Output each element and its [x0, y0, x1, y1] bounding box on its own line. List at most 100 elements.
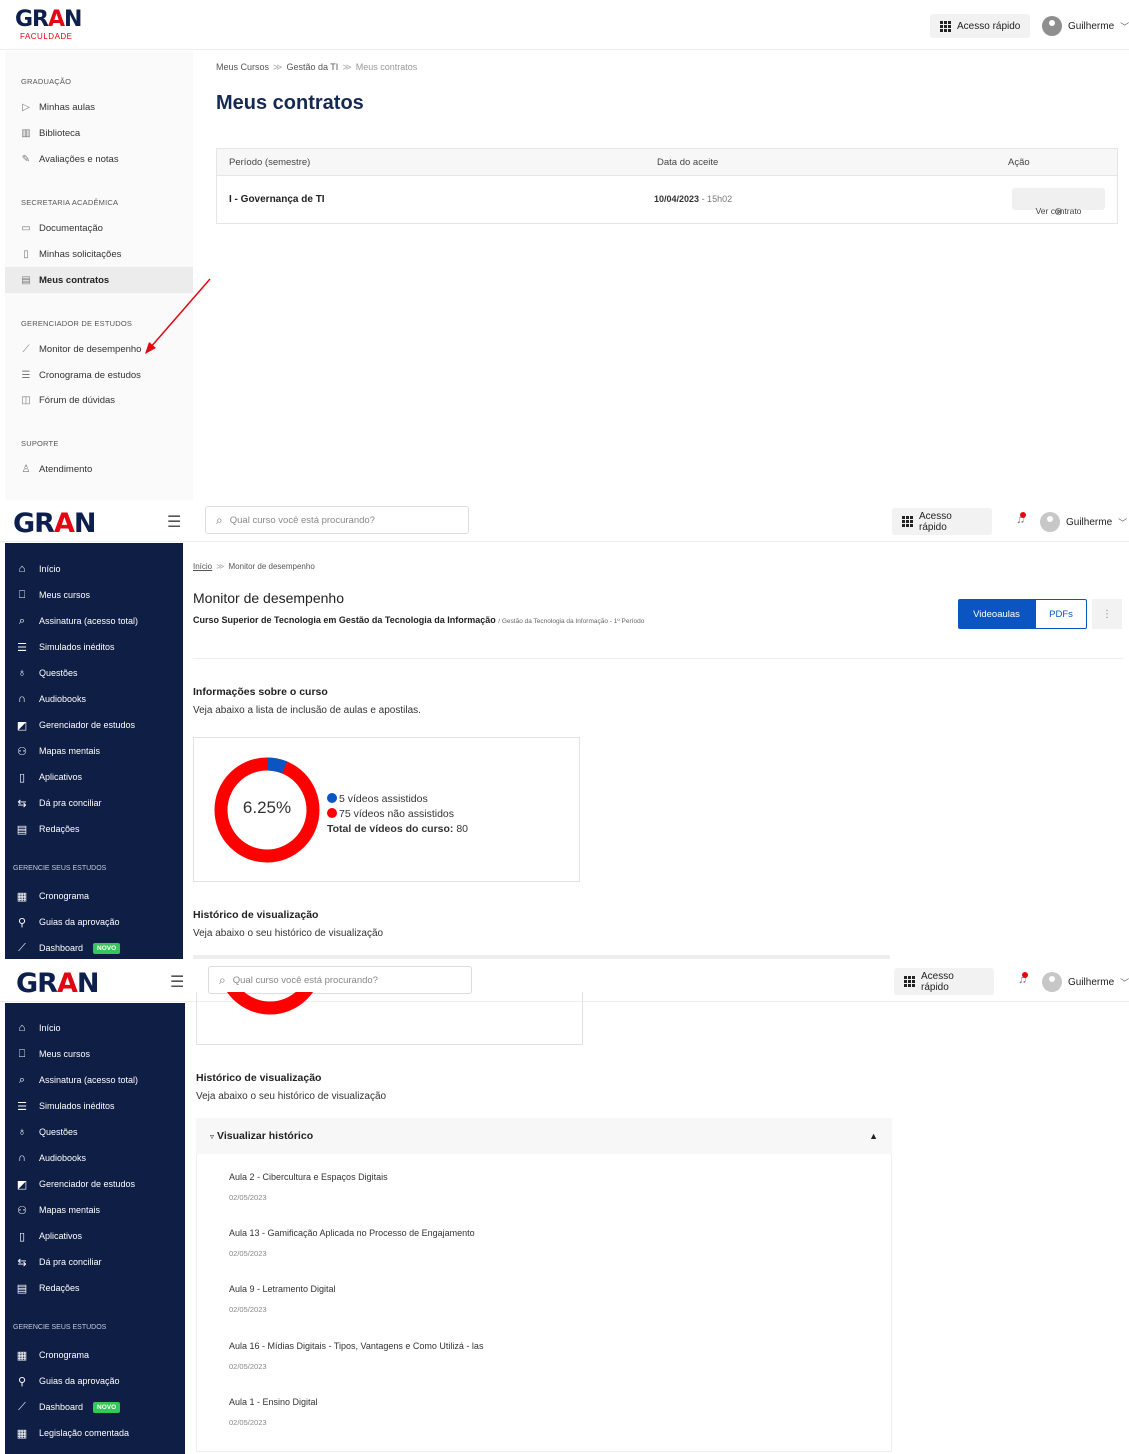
- more-options-icon[interactable]: ⋮: [1092, 599, 1122, 629]
- nav-item-cronograma[interactable]: ▦ Cronograma: [5, 883, 183, 909]
- nav-item-simulados[interactable]: ☰ Simulados inéditos: [5, 1093, 183, 1119]
- nav-item-inicio[interactable]: ⌂ Início: [5, 1015, 183, 1041]
- user-menu[interactable]: Guilherme ﹀: [1042, 16, 1129, 36]
- search-placeholder: Qual curso você está procurando?: [229, 514, 375, 526]
- nav-item-guias[interactable]: ⚲ Guias da aprovação: [5, 909, 183, 935]
- breadcrumb-separator: ≫: [273, 62, 283, 72]
- sidebar-item-atendimento[interactable]: ♙ Atendimento: [5, 456, 193, 482]
- grid-icon: [904, 976, 915, 987]
- nav-item-gerenciador[interactable]: ◩ Gerenciador de estudos: [5, 1171, 183, 1197]
- quick-access-button[interactable]: Acesso rápido: [930, 14, 1031, 38]
- nav-item-assinatura[interactable]: ⌕ Assinatura (acesso total): [5, 608, 183, 634]
- nav-item-aplicativos[interactable]: ▯ Aplicativos: [5, 764, 183, 790]
- watched-label: vídeos assistidos: [347, 793, 428, 805]
- breadcrumb-link[interactable]: Início: [193, 562, 212, 571]
- sidebar-item-solicitacoes[interactable]: ▯ Minhas solicitações: [5, 241, 193, 267]
- user-menu[interactable]: Guilherme ﹀: [1040, 512, 1127, 532]
- tab-pdfs[interactable]: PDFs: [1035, 599, 1087, 629]
- search-icon: ⌕: [18, 1073, 26, 1086]
- sidebar-item-cronograma[interactable]: ☰ Cronograma de estudos: [5, 362, 193, 388]
- document-icon: ▤: [21, 274, 31, 286]
- nav-item-mapas-mentais[interactable]: ⚇ Mapas mentais: [5, 738, 183, 764]
- list-item[interactable]: Aula 1 - Ensino Digital 02/05/2023: [229, 1397, 318, 1427]
- nav-item-meus-cursos[interactable]: ⎕ Meus cursos: [5, 582, 183, 608]
- top-bar: GRAN FACULDADE Acesso rápido Guilherme ﹀: [0, 0, 1129, 50]
- bell-icon[interactable]: ♫: [1016, 512, 1026, 526]
- legend-watched: 5 vídeos assistidos: [327, 792, 468, 807]
- new-badge: NOVO: [93, 942, 121, 954]
- sidebar-item-biblioteca[interactable]: ▥ Biblioteca: [5, 120, 193, 146]
- nav-item-mapas-mentais[interactable]: ⚇ Mapas mentais: [5, 1197, 183, 1223]
- notification-dot: [1020, 512, 1026, 518]
- nav-label: Meus cursos: [39, 590, 91, 600]
- history-description: Veja abaixo o seu histórico de visualiza…: [196, 1091, 387, 1102]
- nav-label: Aplicativos: [39, 772, 83, 782]
- chart-line-icon: ⟋: [18, 1400, 26, 1413]
- breadcrumb-separator: ≫: [216, 562, 225, 571]
- nav-item-questoes[interactable]: ♁ Questões: [5, 660, 183, 686]
- search-input[interactable]: ⌕ Qual curso você está procurando?: [205, 506, 469, 534]
- nav-item-legislacao[interactable]: ▦ Legislação comentada: [5, 1420, 183, 1446]
- list-item[interactable]: Aula 9 - Letramento Digital 02/05/2023: [229, 1284, 336, 1314]
- nav-item-cronograma[interactable]: ▦ Cronograma: [5, 1342, 183, 1368]
- donut-ring-bottom: [226, 992, 314, 1015]
- edit-square-icon: ◩: [16, 719, 28, 732]
- nav-label: Início: [39, 1023, 61, 1033]
- breadcrumb-link[interactable]: Gestão da TI: [286, 62, 338, 72]
- mindmap-icon: ⚇: [17, 745, 27, 758]
- nav-item-da-pra-conciliar[interactable]: ⇆ Dá pra conciliar: [5, 790, 183, 816]
- nav-item-gerenciador[interactable]: ◩ Gerenciador de estudos: [5, 712, 183, 738]
- column-header: Ação: [1008, 157, 1030, 168]
- sidebar-item-label: Biblioteca: [39, 127, 81, 139]
- nav-item-aplicativos[interactable]: ▯ Aplicativos: [5, 1223, 183, 1249]
- history-item-title: Aula 13 - Gamificação Aplicada no Proces…: [229, 1228, 475, 1238]
- bell-icon[interactable]: ♫: [1018, 972, 1028, 986]
- nav-item-questoes[interactable]: ♁ Questões: [5, 1119, 183, 1145]
- breadcrumb-current: Monitor de desempenho: [228, 562, 315, 571]
- sidebar: ⌂ Início ⎕ Meus cursos ⌕ Assinatura (acesso…: [5, 1003, 185, 1454]
- quick-access-button[interactable]: Acesso rápido: [894, 968, 994, 995]
- nav-item-redacoes[interactable]: ▤ Redações: [5, 816, 183, 842]
- nav-label: Questões: [39, 1127, 78, 1137]
- nav-item-audiobooks[interactable]: ∩ Audiobooks: [5, 1145, 183, 1171]
- nav-item-simulados[interactable]: ☰ Simulados inéditos: [5, 634, 183, 660]
- view-contract-button[interactable]: ◎ Ver contrato: [1012, 188, 1105, 216]
- nav-label: Cronograma: [39, 1350, 90, 1360]
- history-accordion-toggle[interactable]: ▿ Visualizar histórico ▲: [196, 1118, 892, 1154]
- gran-logo[interactable]: GRAN: [16, 968, 99, 999]
- hamburger-menu-icon[interactable]: ☰: [170, 972, 184, 992]
- history-item-title: Aula 9 - Letramento Digital: [229, 1284, 336, 1294]
- user-menu[interactable]: Guilherme ﹀: [1042, 972, 1129, 992]
- sidebar-item-minhas-aulas[interactable]: ▷ Minhas aulas: [5, 94, 193, 120]
- nav-item-meus-cursos[interactable]: ⎕ Meus cursos: [5, 1041, 183, 1067]
- quick-access-button[interactable]: Acesso rápido: [892, 508, 992, 535]
- lightbulb-icon: ♁: [17, 667, 27, 679]
- nav-item-dashboard[interactable]: ⟋ Dashboard NOVO: [5, 1394, 183, 1420]
- tab-videoaulas[interactable]: Videoaulas: [958, 599, 1035, 629]
- nav-item-assinatura[interactable]: ⌕ Assinatura (acesso total): [5, 1067, 183, 1093]
- nav-item-audiobooks[interactable]: ∩ Audiobooks: [5, 686, 183, 712]
- nav-item-dashboard[interactable]: ⟋ Dashboard NOVO: [5, 935, 183, 959]
- gran-logo[interactable]: GRAN: [15, 9, 82, 31]
- caret-up-icon[interactable]: ▲: [869, 1131, 878, 1141]
- nav-item-da-pra-conciliar[interactable]: ⇆ Dá pra conciliar: [5, 1249, 183, 1275]
- sidebar-item-documentacao[interactable]: ▭ Documentação: [5, 215, 193, 241]
- list-item[interactable]: Aula 2 - Cibercultura e Espaços Digitais…: [229, 1172, 388, 1202]
- hamburger-menu-icon[interactable]: ☰: [167, 512, 181, 532]
- notification-dot: [1022, 972, 1028, 978]
- gran-logo[interactable]: GRAN: [13, 508, 96, 539]
- column-header: Data do aceite: [657, 157, 719, 168]
- list-item[interactable]: Aula 13 - Gamificação Aplicada no Proces…: [229, 1228, 475, 1258]
- nav-section-title: GERENCIE SEUS ESTUDOS: [13, 865, 107, 872]
- nav-item-redacoes[interactable]: ▤ Redações: [5, 1275, 183, 1301]
- breadcrumb-link[interactable]: Meus Cursos: [216, 62, 269, 72]
- sidebar-item-label: Fórum de dúvidas: [39, 394, 116, 406]
- nav-item-inicio[interactable]: ⌂ Início: [5, 556, 183, 582]
- search-input[interactable]: ⌕ Qual curso você está procurando?: [208, 966, 472, 994]
- sidebar-item-avaliacoes[interactable]: ✎ Avaliações e notas: [5, 146, 193, 172]
- performance-screen: GRAN ☰ ⌕ Qual curso você está procurando…: [0, 502, 1129, 959]
- nav-item-guias[interactable]: ⚲ Guias da aprovação: [5, 1368, 183, 1394]
- accordion-label: Visualizar histórico: [217, 1130, 314, 1142]
- list-item[interactable]: Aula 16 - Mídias Digitais - Tipos, Vanta…: [229, 1341, 483, 1371]
- sidebar-item-forum[interactable]: ◫ Fórum de dúvidas: [5, 387, 193, 413]
